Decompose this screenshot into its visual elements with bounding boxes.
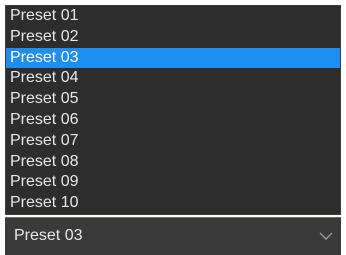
dropdown-option-preset-06[interactable]: Preset 06	[6, 110, 340, 131]
dropdown-option-preset-04[interactable]: Preset 04	[6, 68, 340, 89]
preset-select[interactable]: Preset 03	[5, 217, 341, 255]
dropdown-option-preset-10[interactable]: Preset 10	[6, 193, 340, 214]
dropdown-option-preset-05[interactable]: Preset 05	[6, 89, 340, 110]
preset-dropdown-list: Preset 01 Preset 02 Preset 03 Preset 04 …	[5, 5, 341, 215]
selected-preset-value: Preset 03	[14, 227, 83, 244]
dropdown-option-preset-09[interactable]: Preset 09	[6, 172, 340, 193]
dropdown-option-preset-08[interactable]: Preset 08	[6, 152, 340, 173]
chevron-down-icon[interactable]	[318, 230, 334, 242]
dropdown-option-preset-01[interactable]: Preset 01	[6, 6, 340, 27]
dropdown-option-preset-03[interactable]: Preset 03	[6, 47, 340, 69]
dropdown-option-preset-02[interactable]: Preset 02	[6, 27, 340, 48]
dropdown-option-preset-07[interactable]: Preset 07	[6, 131, 340, 152]
